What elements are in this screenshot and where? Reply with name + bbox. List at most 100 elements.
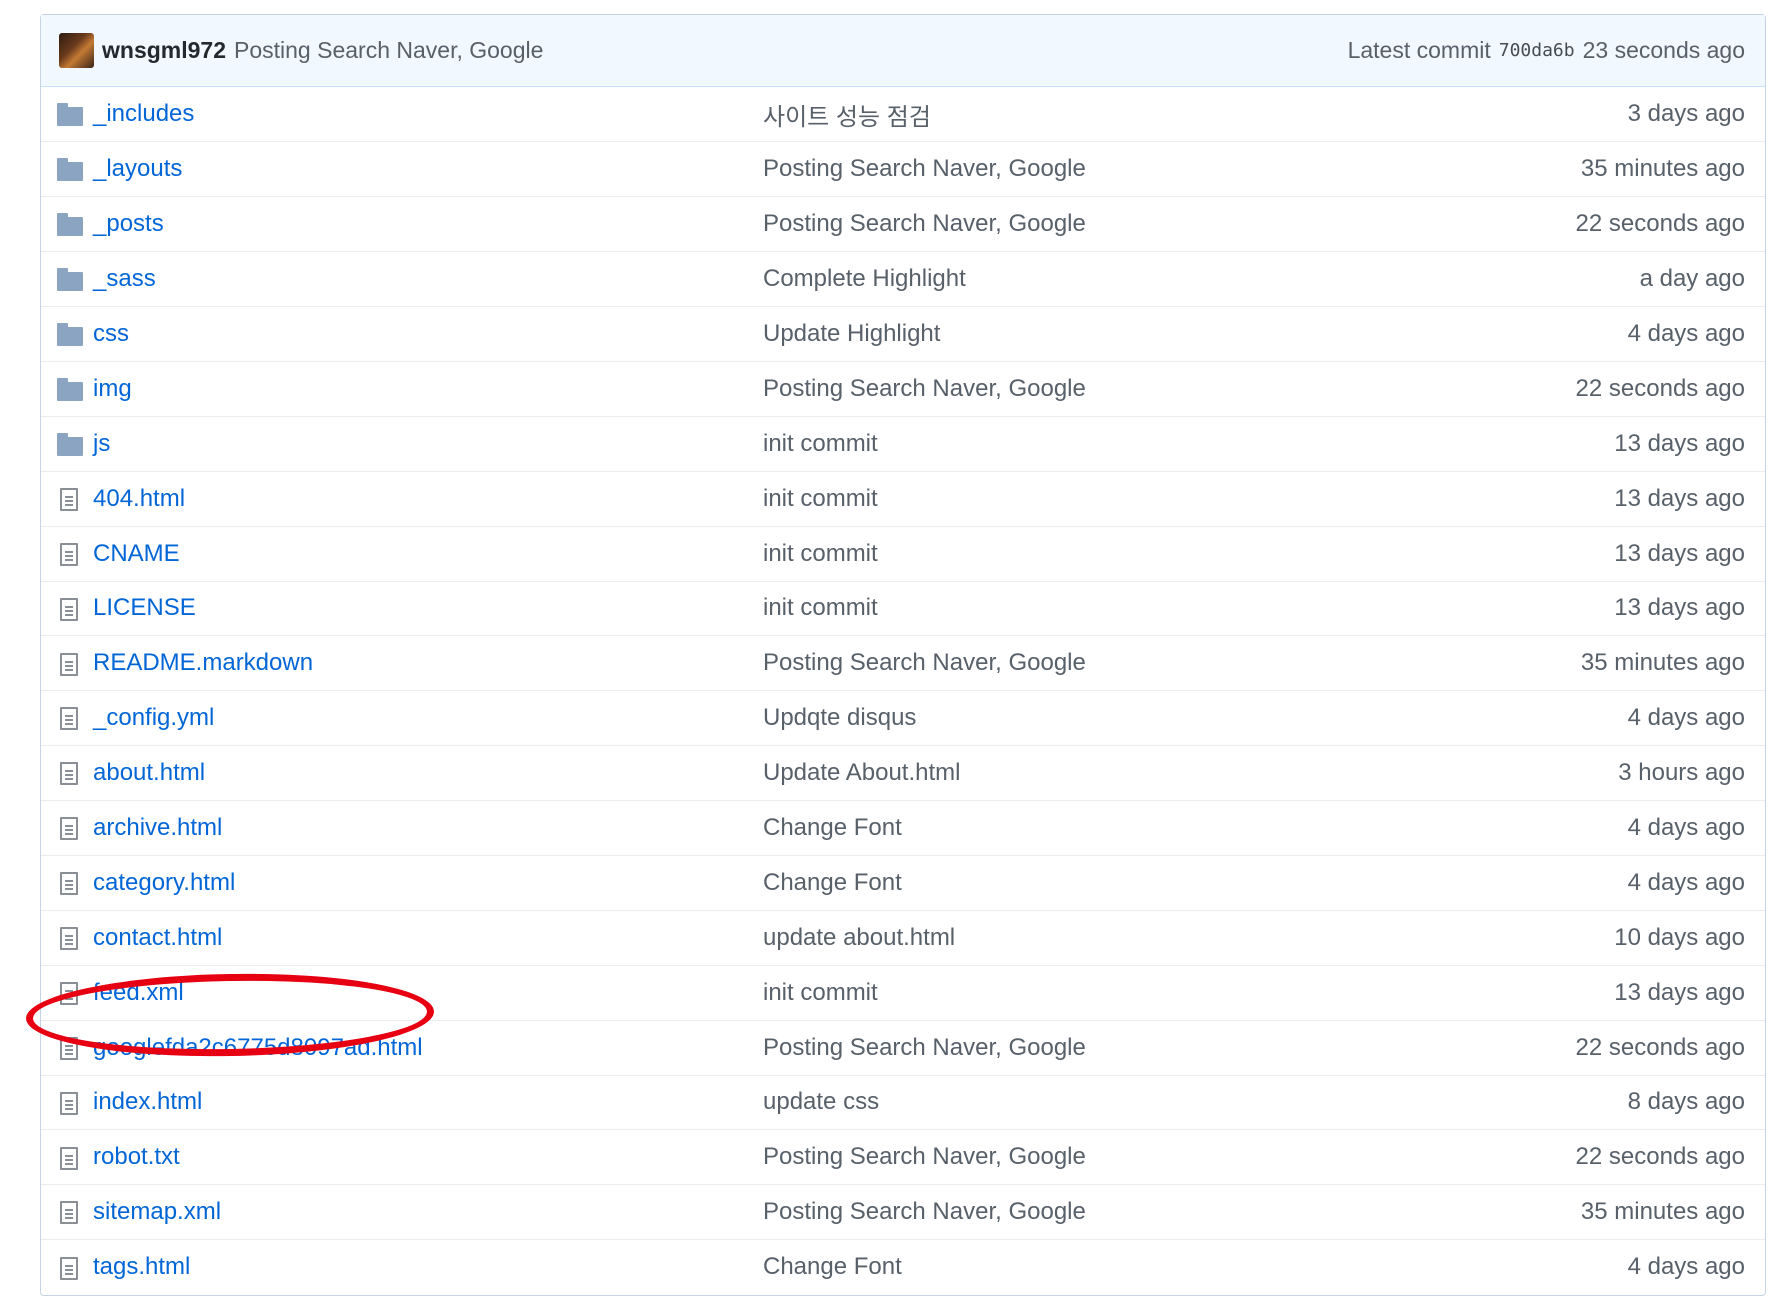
icon-cell: [41, 360, 93, 417]
table-row: about.html Update About.html 3 hours ago: [41, 745, 1765, 801]
file-name-link[interactable]: feed.xml: [93, 979, 184, 1006]
file-name-link[interactable]: category.html: [93, 869, 235, 896]
file-icon: [60, 817, 78, 841]
icon-cell: [41, 745, 93, 801]
commit-age: 4 days ago: [1394, 690, 1765, 746]
commit-message-link[interactable]: Update Highlight: [763, 306, 1395, 362]
file-name-link[interactable]: sitemap.xml: [93, 1198, 221, 1225]
file-name-link[interactable]: about.html: [93, 759, 205, 786]
commit-message-link[interactable]: Posting Search Naver, Google: [763, 1184, 1395, 1240]
file-name-link[interactable]: tags.html: [93, 1253, 190, 1280]
file-name-cell: _config.yml: [93, 690, 763, 746]
icon-cell: [41, 964, 93, 1021]
icon-cell: [41, 1129, 93, 1185]
file-icon: [60, 1036, 78, 1060]
file-icon: [60, 981, 78, 1005]
file-name-link[interactable]: contact.html: [93, 924, 222, 951]
table-row: CNAME init commit 13 days ago: [41, 525, 1765, 582]
table-row: contact.html update about.html 10 days ago: [41, 909, 1765, 966]
file-name-link[interactable]: robot.txt: [93, 1143, 180, 1170]
table-row: js init commit 13 days ago: [41, 415, 1765, 472]
avatar[interactable]: [59, 33, 94, 68]
commit-age: 13 days ago: [1394, 470, 1765, 527]
file-icon: [60, 542, 78, 566]
file-name-link[interactable]: _config.yml: [93, 704, 214, 731]
icon-cell: [41, 1019, 93, 1076]
file-name-link[interactable]: googlefda2c6775d8097ad.html: [93, 1034, 423, 1061]
commit-message[interactable]: Posting Search Naver, Google: [234, 37, 543, 64]
commit-message-link[interactable]: init commit: [763, 470, 1395, 527]
file-name-link[interactable]: img: [93, 375, 132, 402]
table-row: css Update Highlight 4 days ago: [41, 306, 1765, 362]
file-name-link[interactable]: css: [93, 320, 129, 347]
file-name-cell: feed.xml: [93, 964, 763, 1021]
file-name-link[interactable]: _sass: [93, 265, 156, 292]
commit-age: 13 days ago: [1394, 964, 1765, 1021]
commit-message-link[interactable]: init commit: [763, 415, 1395, 472]
file-name-link[interactable]: LICENSE: [93, 594, 196, 621]
table-row: tags.html Change Font 4 days ago: [41, 1239, 1765, 1295]
commit-message-link[interactable]: Change Font: [763, 854, 1395, 911]
file-name-cell: archive.html: [93, 800, 763, 856]
commit-message-link[interactable]: Posting Search Naver, Google: [763, 1129, 1395, 1185]
file-name-cell: contact.html: [93, 909, 763, 966]
icon-cell: [41, 1074, 93, 1130]
file-icon: [60, 487, 78, 511]
file-name-cell: _layouts: [93, 141, 763, 197]
icon-cell: [41, 525, 93, 582]
table-row: index.html update css 8 days ago: [41, 1074, 1765, 1130]
commit-sha[interactable]: 700da6b: [1499, 40, 1575, 61]
file-icon: [60, 872, 78, 896]
commit-message-link[interactable]: 사이트 성능 점검: [763, 87, 1394, 142]
folder-icon: [57, 268, 83, 292]
icon-cell: [41, 306, 93, 362]
commit-message-link[interactable]: Posting Search Naver, Google: [763, 360, 1395, 417]
table-row: _layouts Posting Search Naver, Google 35 m…: [41, 141, 1765, 197]
file-name-link[interactable]: index.html: [93, 1088, 202, 1115]
file-name-link[interactable]: _includes: [93, 100, 194, 127]
commit-message-link[interactable]: update about.html: [763, 909, 1395, 966]
commit-message-link[interactable]: Complete Highlight: [763, 251, 1395, 307]
commit-message-link[interactable]: Posting Search Naver, Google: [763, 196, 1395, 252]
commit-age: 13 days ago: [1394, 415, 1765, 472]
file-name-link[interactable]: js: [93, 430, 110, 457]
commit-age: 22 seconds ago: [1394, 196, 1765, 252]
commit-message-link[interactable]: Updqte disqus: [763, 690, 1395, 746]
commit-age: 35 minutes ago: [1394, 1184, 1765, 1240]
file-icon: [60, 926, 78, 950]
icon-cell: [41, 1184, 93, 1240]
commit-message-link[interactable]: Change Font: [763, 800, 1395, 856]
icon-cell: [41, 251, 93, 307]
commit-message-link[interactable]: Posting Search Naver, Google: [763, 141, 1395, 197]
commit-author[interactable]: wnsgml972: [102, 37, 226, 64]
commit-age: 13 days ago: [1394, 525, 1765, 582]
commit-message-link[interactable]: Posting Search Naver, Google: [763, 1019, 1395, 1076]
file-name-link[interactable]: CNAME: [93, 540, 180, 567]
commit-message-link[interactable]: Posting Search Naver, Google: [763, 635, 1395, 691]
latest-commit-label: Latest commit: [1347, 37, 1491, 63]
file-name-link[interactable]: _posts: [93, 210, 164, 237]
commit-message-link[interactable]: Change Font: [763, 1239, 1395, 1295]
file-name-cell: about.html: [93, 745, 763, 801]
table-row: LICENSE init commit 13 days ago: [41, 580, 1765, 636]
file-name-cell: robot.txt: [93, 1129, 763, 1185]
file-name-cell: googlefda2c6775d8097ad.html: [93, 1019, 763, 1076]
commit-message-link[interactable]: init commit: [763, 964, 1395, 1021]
commit-message-link[interactable]: Update About.html: [763, 745, 1395, 801]
commit-message-link[interactable]: init commit: [763, 580, 1395, 636]
table-row: _sass Complete Highlight a day ago: [41, 251, 1765, 307]
file-name-cell: _includes: [93, 87, 763, 142]
file-name-link[interactable]: archive.html: [93, 814, 222, 841]
commit-age: 3 days ago: [1627, 100, 1745, 128]
file-name-cell: README.markdown: [93, 635, 763, 691]
file-name-link[interactable]: README.markdown: [93, 649, 313, 676]
icon-cell: [41, 141, 93, 197]
file-name-cell: _posts: [93, 196, 763, 252]
file-name-link[interactable]: _layouts: [93, 155, 182, 182]
commit-message-link[interactable]: init commit: [763, 525, 1395, 582]
commit-message-link[interactable]: update css: [763, 1074, 1395, 1130]
file-icon: [60, 1201, 78, 1225]
file-name-link[interactable]: 404.html: [93, 485, 185, 512]
commit-age: 22 seconds ago: [1394, 1129, 1765, 1185]
commit-age: 4 days ago: [1394, 306, 1765, 362]
